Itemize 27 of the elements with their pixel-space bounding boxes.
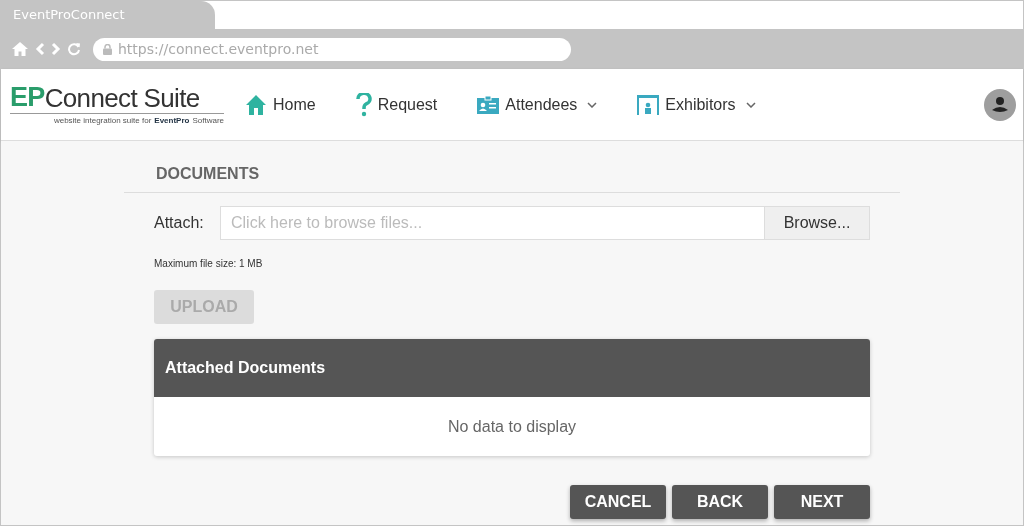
file-size-hint: Maximum file size: 1 MB bbox=[154, 257, 264, 271]
logo[interactable]: EPConnect Suite website integration suite for EventPro Software bbox=[10, 84, 224, 125]
attach-label: Attach: bbox=[154, 213, 205, 233]
empty-message: No data to display bbox=[447, 416, 577, 437]
nav-item[interactable]: Home bbox=[245, 92, 316, 117]
cancel-button[interactable]: CANCEL bbox=[570, 485, 666, 519]
user-avatar-icon[interactable] bbox=[984, 88, 1016, 121]
browse-button[interactable]: Browse... bbox=[765, 206, 870, 240]
back-icon[interactable] bbox=[35, 42, 45, 56]
id-badge-icon bbox=[477, 95, 500, 114]
nav-item[interactable]: Request bbox=[355, 92, 438, 117]
question-mark-icon bbox=[355, 92, 372, 117]
chevron-down-icon bbox=[587, 101, 598, 108]
nav-item[interactable]: Attendees bbox=[477, 92, 598, 117]
nav-item[interactable]: Exhibitors bbox=[637, 92, 756, 117]
next-button[interactable]: NEXT bbox=[774, 485, 870, 519]
panel-title: Attached Documents bbox=[165, 358, 326, 378]
booth-icon bbox=[637, 94, 660, 115]
reload-icon[interactable] bbox=[67, 42, 81, 56]
lock-icon bbox=[103, 43, 112, 55]
file-input-field[interactable]: Click here to browse files... bbox=[220, 206, 765, 240]
house-icon bbox=[245, 93, 267, 116]
section-title: DOCUMENTS bbox=[156, 165, 260, 182]
chevron-down-icon bbox=[745, 101, 756, 108]
forward-icon[interactable] bbox=[51, 42, 61, 56]
home-icon[interactable] bbox=[11, 41, 29, 57]
back-button[interactable]: BACK bbox=[672, 485, 768, 519]
